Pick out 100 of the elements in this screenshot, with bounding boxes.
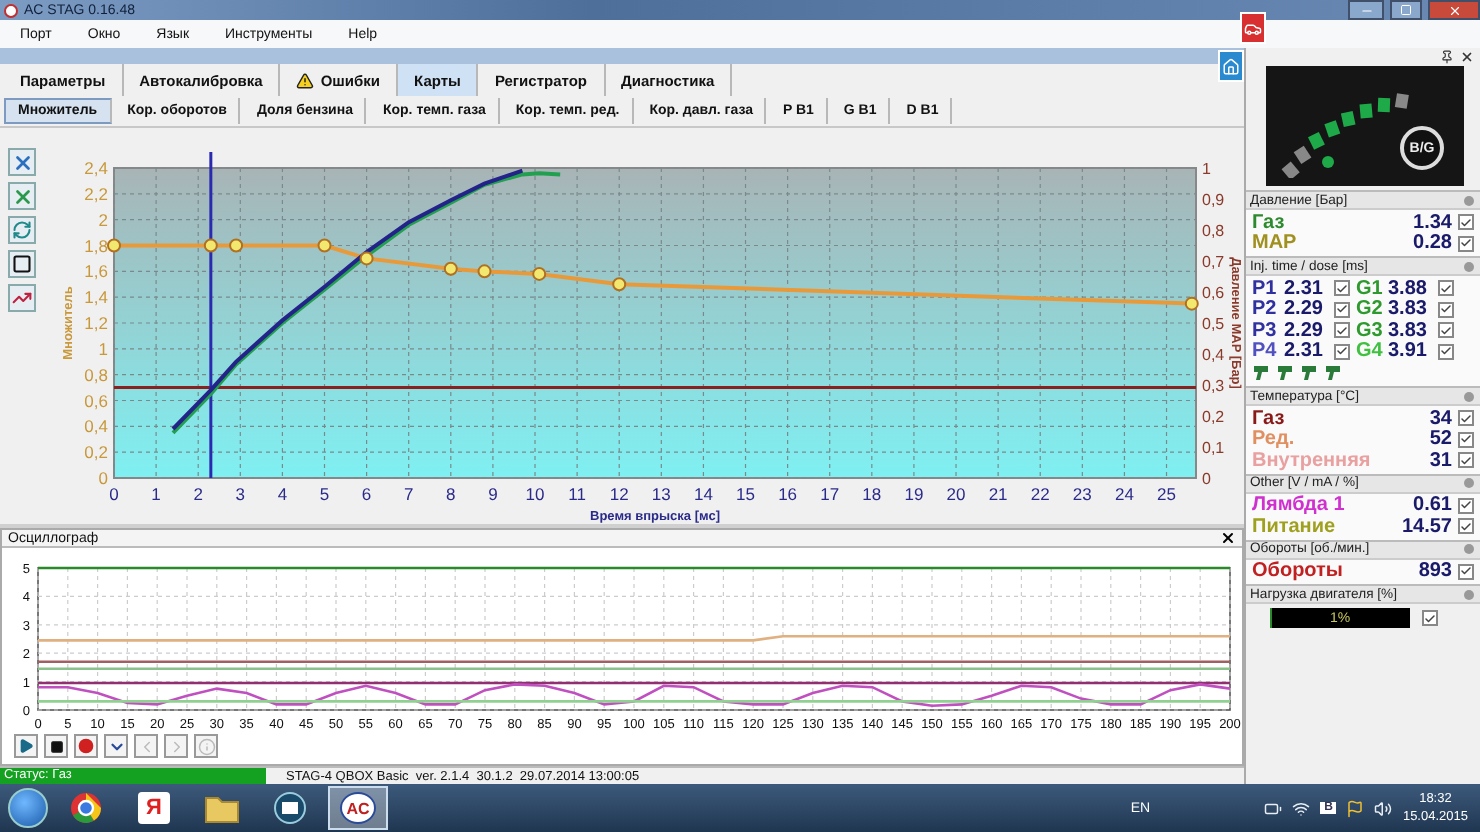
cross-icon[interactable] xyxy=(8,182,36,210)
maximize-icon xyxy=(1400,4,1412,16)
graph-icon[interactable] xyxy=(8,284,36,312)
play-button[interactable] xyxy=(14,734,38,758)
axis-tick-label: 21 xyxy=(988,484,1008,504)
axis-tick-label: 22 xyxy=(1030,484,1050,504)
axis-tick-label: 2,2 xyxy=(84,183,108,204)
info-icon xyxy=(197,737,215,755)
battery-icon[interactable] xyxy=(1264,799,1283,817)
info-button[interactable] xyxy=(194,734,218,758)
value-reading: 1.34 xyxy=(1413,211,1452,234)
checkbox[interactable] xyxy=(1458,410,1474,427)
data-point xyxy=(203,238,218,253)
checkbox[interactable] xyxy=(1334,280,1350,297)
flag-icon[interactable] xyxy=(1346,799,1365,817)
pin-icon[interactable] xyxy=(1440,50,1454,64)
data-point xyxy=(107,238,121,253)
down-button[interactable] xyxy=(104,734,128,758)
car-icon[interactable] xyxy=(1240,12,1266,44)
value-label: Обороты xyxy=(1252,560,1345,583)
checkbox[interactable] xyxy=(1438,301,1454,318)
checkbox[interactable] xyxy=(1458,214,1474,231)
value-label: P3 xyxy=(1252,319,1278,342)
value-label: Внутренняя xyxy=(1252,449,1373,472)
axis-tick-label: 2 xyxy=(98,209,108,230)
taskbar-button[interactable]: AC xyxy=(328,786,388,830)
axis-tick-label: 0 xyxy=(1202,470,1211,488)
value-label: Питание xyxy=(1252,515,1338,538)
axis-tick-label: 17 xyxy=(820,484,840,504)
start-button[interactable] xyxy=(8,788,48,828)
axis-tick-label: 0,4 xyxy=(84,416,108,437)
value-label: P2 xyxy=(1252,298,1278,321)
data-point xyxy=(1184,296,1199,311)
checkbox[interactable] xyxy=(1438,280,1454,297)
record-icon xyxy=(78,738,94,754)
minimize-button[interactable] xyxy=(1348,0,1384,20)
axis-tick-label: 19 xyxy=(904,484,924,504)
value-label: Лямбда 1 xyxy=(1252,494,1347,517)
cross-icon[interactable] xyxy=(8,148,36,176)
close-button[interactable] xyxy=(1428,0,1480,20)
taskbar-button[interactable]: Я xyxy=(124,786,184,830)
value-reading: 0.28 xyxy=(1413,232,1452,255)
value-reading: 0.61 xyxy=(1413,494,1452,517)
checkbox[interactable] xyxy=(1458,518,1474,535)
maximize-button[interactable] xyxy=(1390,0,1422,20)
checkbox[interactable] xyxy=(1422,610,1438,626)
axis-tick-label: 0,8 xyxy=(84,364,108,385)
play-icon xyxy=(18,738,34,754)
axis-tick-label: 13 xyxy=(651,484,671,504)
axis-tick-label: 9 xyxy=(488,484,498,504)
checkbox[interactable] xyxy=(1458,497,1474,514)
axis-tick-label: 0,6 xyxy=(84,390,108,411)
network-icon[interactable] xyxy=(1292,799,1311,817)
checkbox[interactable] xyxy=(1334,322,1350,339)
value-reading: 52 xyxy=(1429,428,1452,451)
axis-tick-label: 0,1 xyxy=(1202,439,1225,457)
checkbox[interactable] xyxy=(1458,235,1474,252)
yandex-icon: Я xyxy=(138,792,170,824)
stop-button[interactable] xyxy=(44,734,68,758)
value-label: G1 xyxy=(1356,277,1382,300)
app-logo-icon: AC xyxy=(340,792,376,824)
checkbox[interactable] xyxy=(1458,563,1474,580)
data-point xyxy=(477,264,492,279)
checkbox[interactable] xyxy=(1458,452,1474,469)
value-label: P1 xyxy=(1252,277,1278,300)
checkbox[interactable] xyxy=(1334,301,1350,318)
value-reading: 893 xyxy=(1418,560,1452,583)
refresh-icon[interactable] xyxy=(8,216,36,244)
close-icon xyxy=(1447,3,1461,17)
frame-icon[interactable] xyxy=(8,250,36,278)
checkbox[interactable] xyxy=(1334,343,1350,360)
close-icon[interactable] xyxy=(1220,530,1236,546)
value-reading: 2.31 xyxy=(1284,340,1325,363)
speaker-icon[interactable] xyxy=(1374,799,1393,817)
axis-tick-label: 0,2 xyxy=(1202,408,1225,426)
axis-tick-label: 24 xyxy=(1114,484,1134,504)
data-point xyxy=(612,277,627,292)
axis-tick-label: 25 xyxy=(1157,484,1176,504)
axis-tick-label: 5 xyxy=(319,484,330,504)
value-label: MAP xyxy=(1252,232,1299,255)
record-button[interactable] xyxy=(74,734,98,758)
value-label: Ред. xyxy=(1252,428,1297,451)
axis-tick-label: 0,3 xyxy=(1202,377,1225,395)
checkbox[interactable] xyxy=(1438,343,1454,360)
value-label: P4 xyxy=(1252,340,1278,363)
next-button[interactable] xyxy=(164,734,188,758)
axis-tick-label: 2 xyxy=(193,484,203,504)
home-icon[interactable] xyxy=(1218,50,1244,82)
value-label: Газ xyxy=(1252,407,1287,430)
value-reading: 3.83 xyxy=(1388,319,1429,342)
axis-tick-label: 2,4 xyxy=(84,158,108,178)
axis-tick-label: 20 xyxy=(946,484,966,504)
close-icon[interactable] xyxy=(1460,50,1474,64)
data-point xyxy=(359,251,374,266)
value-label: G3 xyxy=(1356,319,1382,342)
axis-tick-label: 14 xyxy=(693,484,713,504)
axis-tick-label: 1,8 xyxy=(84,235,108,256)
value-reading: 2.31 xyxy=(1284,277,1325,300)
checkbox[interactable] xyxy=(1458,431,1474,448)
checkbox[interactable] xyxy=(1438,322,1454,339)
